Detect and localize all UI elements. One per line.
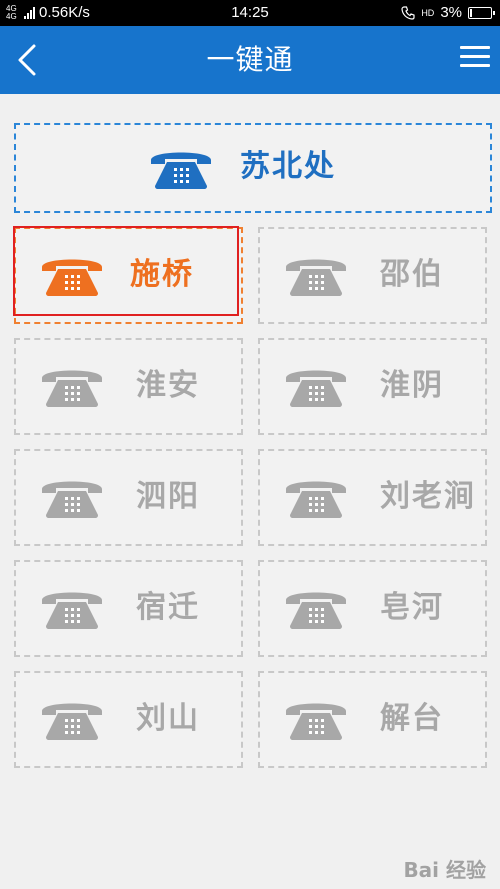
call-tile[interactable]: 邵伯 — [258, 227, 487, 324]
call-tile-label: 刘老涧 — [380, 479, 476, 514]
telephone-icon — [286, 592, 346, 629]
call-tile-label: 苏北处 — [240, 149, 336, 184]
call-tile[interactable]: 解台 — [258, 671, 487, 768]
call-tile[interactable]: 施桥 — [13, 226, 243, 324]
telephone-icon — [42, 370, 102, 407]
call-tile-label: 解台 — [380, 701, 444, 736]
call-tile-label: 施桥 — [130, 257, 194, 292]
call-tile-label: 泗阳 — [136, 479, 200, 514]
telephone-icon — [151, 152, 211, 189]
battery-icon — [468, 6, 495, 19]
call-tile[interactable]: 刘山 — [14, 671, 243, 768]
app-header: 一键通 — [0, 26, 500, 94]
phone-hd-icon — [401, 5, 415, 20]
call-tile-label: 皂河 — [380, 590, 444, 625]
hamburger-menu-icon — [460, 46, 490, 67]
call-tile-label: 宿迁 — [136, 590, 200, 625]
watermark: Bai 经验 — [403, 858, 486, 882]
menu-button[interactable] — [460, 46, 490, 74]
telephone-icon — [42, 481, 102, 518]
call-tile-label: 刘山 — [136, 701, 200, 736]
call-tile[interactable]: 宿迁 — [14, 560, 243, 657]
status-bar: 4G 4G 0.56K/s 14:25 HD 3% — [0, 0, 500, 26]
call-tile-main[interactable]: 苏北处 — [14, 123, 492, 213]
telephone-icon — [286, 703, 346, 740]
call-tile-label: 邵伯 — [380, 257, 444, 292]
call-tile[interactable]: 皂河 — [258, 560, 487, 657]
call-tile[interactable]: 泗阳 — [14, 449, 243, 546]
call-tile-label: 淮阴 — [380, 368, 444, 403]
call-tile[interactable]: 刘老涧 — [258, 449, 487, 546]
battery-percent: 3% — [440, 4, 462, 21]
telephone-icon — [286, 370, 346, 407]
telephone-icon — [286, 481, 346, 518]
call-tile[interactable]: 淮安 — [14, 338, 243, 435]
page-title: 一键通 — [206, 43, 294, 76]
status-right: HD 3% — [401, 4, 495, 21]
telephone-icon — [42, 592, 102, 629]
call-tile[interactable]: 淮阴 — [258, 338, 487, 435]
telephone-icon — [42, 703, 102, 740]
hd-label: HD — [421, 7, 435, 18]
call-tile-label: 淮安 — [136, 368, 200, 403]
telephone-icon — [42, 259, 102, 296]
telephone-icon — [286, 259, 346, 296]
